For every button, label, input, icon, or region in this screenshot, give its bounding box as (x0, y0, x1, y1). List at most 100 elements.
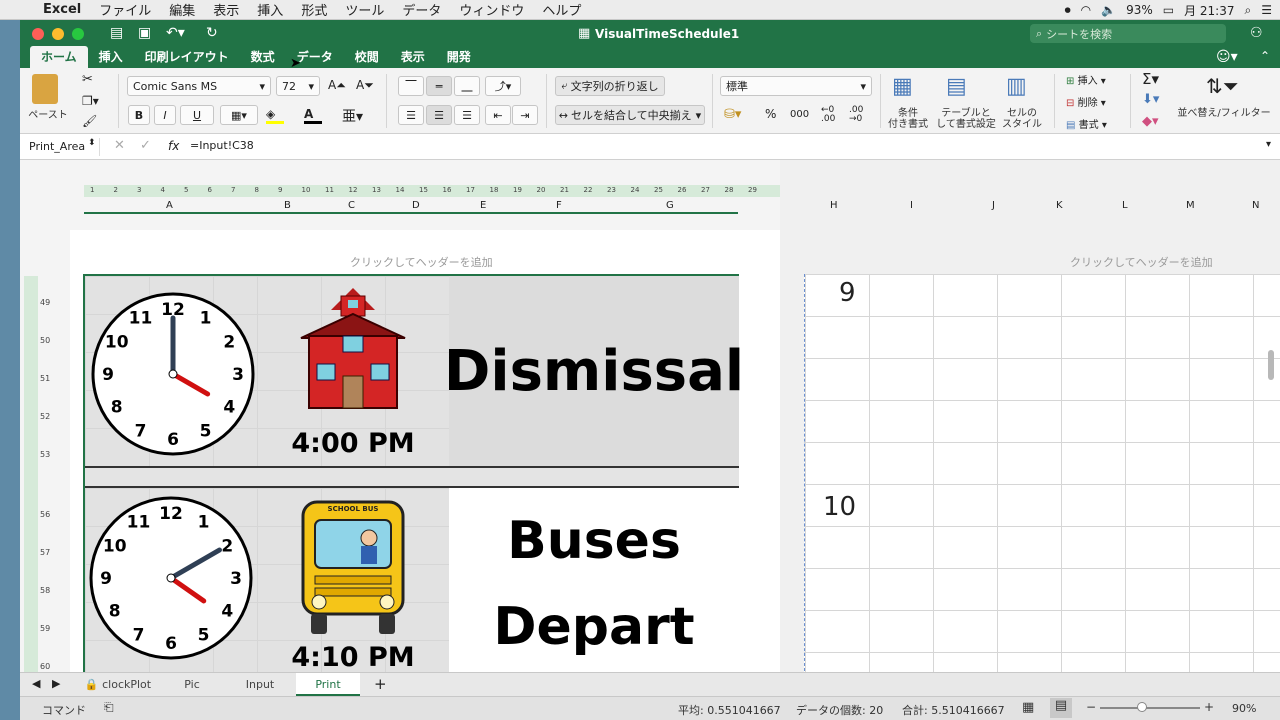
redo-icon[interactable]: ↻ (206, 25, 218, 41)
zoom-slider-track[interactable] (1100, 707, 1200, 709)
minimize-window-button[interactable] (52, 28, 64, 40)
battery-text[interactable]: 93% (1126, 3, 1153, 17)
page-layout-view-icon[interactable]: ▤ (1050, 698, 1072, 718)
notification-center-icon[interactable]: ☰ (1261, 3, 1272, 17)
align-left-button[interactable]: ☰ (398, 105, 424, 125)
increase-indent-button[interactable]: ⇥ (512, 105, 538, 125)
column-header-e[interactable]: E (480, 200, 486, 211)
row-header-50[interactable]: 50 (40, 336, 50, 345)
sheet-search-field[interactable]: ⌕ シートを検索 (1030, 24, 1226, 43)
collapse-ribbon-icon[interactable]: ⌃ (1260, 49, 1270, 63)
add-sheet-button[interactable]: + (374, 675, 387, 693)
format-cells-button[interactable]: ▤ 書式 ▾ (1066, 116, 1107, 131)
smiley-feedback-icon[interactable]: ☺▾ (1216, 49, 1238, 65)
increase-font-icon[interactable]: A⏶ (328, 78, 346, 93)
comma-style-button[interactable]: 000 (790, 109, 809, 120)
cut-icon[interactable]: ✂ (82, 72, 93, 87)
decrease-indent-button[interactable]: ⇤ (485, 105, 511, 125)
row-header-59[interactable]: 59 (40, 624, 50, 633)
bold-button[interactable]: B (128, 105, 150, 125)
conditional-format-label[interactable]: 条件 付き書式 (886, 108, 930, 130)
column-header-i[interactable]: I (910, 200, 913, 211)
row-header-56[interactable]: 56 (40, 510, 50, 519)
macro-record-icon[interactable]: ⎗ (104, 700, 114, 715)
cell-styles-icon[interactable]: ▥ (1006, 74, 1027, 99)
merge-center-button[interactable]: ↔ セルを結合して中央揃え ▾ (555, 105, 705, 125)
increase-decimal-icon[interactable]: ←0.00 (821, 106, 835, 124)
sort-filter-icon[interactable]: ⇅⏷ (1206, 74, 1239, 98)
column-header-m[interactable]: M (1186, 200, 1195, 211)
sheet-tab-clockplot[interactable]: 🔒 clockPlot (78, 673, 158, 696)
fill-icon[interactable]: ⬇▾ (1142, 92, 1159, 107)
picture-cell-1[interactable]: 4:00 PM (257, 276, 449, 466)
tab-page-layout[interactable]: 印刷レイアウト (134, 46, 240, 68)
paste-label[interactable]: ペースト (28, 110, 68, 121)
header-placeholder-right[interactable]: クリックしてヘッダーを追加 (1070, 254, 1213, 270)
confirm-formula-icon[interactable]: ✓ (140, 138, 151, 153)
column-header-b[interactable]: B (284, 200, 291, 211)
cell-styles-label[interactable]: セルの スタイル (998, 108, 1046, 130)
wrap-text-button[interactable]: ⤶ 文字列の折り返し (555, 76, 665, 96)
menu-tools[interactable]: ツール (336, 0, 393, 19)
font-name-dropdown[interactable]: Comic Sans MS ▾ (127, 76, 271, 96)
menu-help[interactable]: ヘルプ (533, 0, 590, 19)
share-user-icon[interactable]: ⚇ (1250, 25, 1263, 41)
phonetic-guide-icon[interactable]: 亜▾ (342, 106, 363, 126)
borders-button[interactable]: ▦▾ (220, 105, 258, 125)
menu-insert[interactable]: 挿入 (248, 0, 292, 19)
tab-home[interactable]: ホーム (30, 46, 88, 68)
tab-insert[interactable]: 挿入 (88, 46, 134, 68)
menu-data[interactable]: データ (393, 0, 450, 19)
activity-cell-1[interactable]: Dismissal (444, 276, 744, 466)
align-bottom-button[interactable]: ⎽ (454, 76, 480, 96)
menu-view[interactable]: 表示 (204, 0, 248, 19)
row-header-53[interactable]: 53 (40, 450, 50, 459)
decrease-decimal-icon[interactable]: .00 →0 (849, 106, 863, 124)
delete-cells-button[interactable]: ⊟ 削除 ▾ (1066, 94, 1106, 109)
align-middle-button[interactable]: ═ (426, 76, 452, 96)
insert-function-button[interactable]: fx (168, 139, 179, 153)
vertical-scrollbar-thumb[interactable] (1268, 350, 1274, 380)
battery-icon[interactable]: ▭ (1163, 3, 1174, 17)
name-box-stepper-icon[interactable]: ⬍ (88, 138, 96, 148)
menu-window[interactable]: ウィンドウ (450, 0, 533, 19)
spotlight-search-icon[interactable]: ⌕ (1245, 3, 1252, 18)
tab-view[interactable]: 表示 (390, 46, 436, 68)
picture-cell-2[interactable]: SCHOOL BUS 4:10 PM (257, 488, 449, 676)
zoom-in-button[interactable]: + (1204, 700, 1214, 714)
clear-eraser-icon[interactable]: ◆▾ (1142, 114, 1159, 129)
row-header-57[interactable]: 57 (40, 548, 50, 557)
sheet-tab-input[interactable]: Input (228, 673, 292, 696)
zoom-window-button[interactable] (72, 28, 84, 40)
tab-formulas[interactable]: 数式 (240, 46, 286, 68)
menu-edit[interactable]: 編集 (160, 0, 204, 19)
format-as-table-label[interactable]: テーブルと して書式設定 (934, 108, 998, 130)
formula-input[interactable]: =Input!C38 (190, 139, 1250, 155)
zoom-slider-thumb[interactable] (1137, 702, 1147, 712)
decrease-font-icon[interactable]: A⏷ (356, 78, 374, 93)
next-sheet-icon[interactable]: ▶ (52, 677, 60, 690)
font-color-button[interactable]: A (304, 107, 334, 125)
close-window-button[interactable] (32, 28, 44, 40)
row-header-52[interactable]: 52 (40, 412, 50, 421)
column-header-j[interactable]: J (992, 200, 995, 211)
number-format-dropdown[interactable]: 標準 ▾ (720, 76, 872, 96)
zoom-out-button[interactable]: − (1086, 700, 1096, 714)
fill-color-button[interactable]: ◈ (266, 107, 296, 125)
currency-format-icon[interactable]: ⛁▾ (724, 107, 741, 122)
column-header-g[interactable]: G (666, 200, 674, 211)
autosum-icon[interactable]: Σ▾ (1142, 70, 1159, 88)
column-header-l[interactable]: L (1122, 200, 1128, 211)
menu-format[interactable]: 形式 (292, 0, 336, 19)
sidebar-toggle-icon[interactable]: ▤ (110, 25, 123, 41)
sort-filter-label[interactable]: 並べ替え/フィルター (1174, 108, 1274, 119)
align-right-button[interactable]: ☰ (454, 105, 480, 125)
align-top-button[interactable]: ⎺ (398, 76, 424, 96)
tab-review[interactable]: 校閲 (344, 46, 390, 68)
column-header-a[interactable]: A (166, 200, 173, 211)
activity-cell-2[interactable]: Buses Depart (449, 488, 739, 676)
cancel-formula-icon[interactable]: ✕ (114, 138, 125, 153)
font-size-dropdown[interactable]: 72 ▾ (276, 76, 320, 96)
paste-icon[interactable] (32, 74, 58, 104)
volume-icon[interactable]: 🔈 (1101, 3, 1116, 17)
